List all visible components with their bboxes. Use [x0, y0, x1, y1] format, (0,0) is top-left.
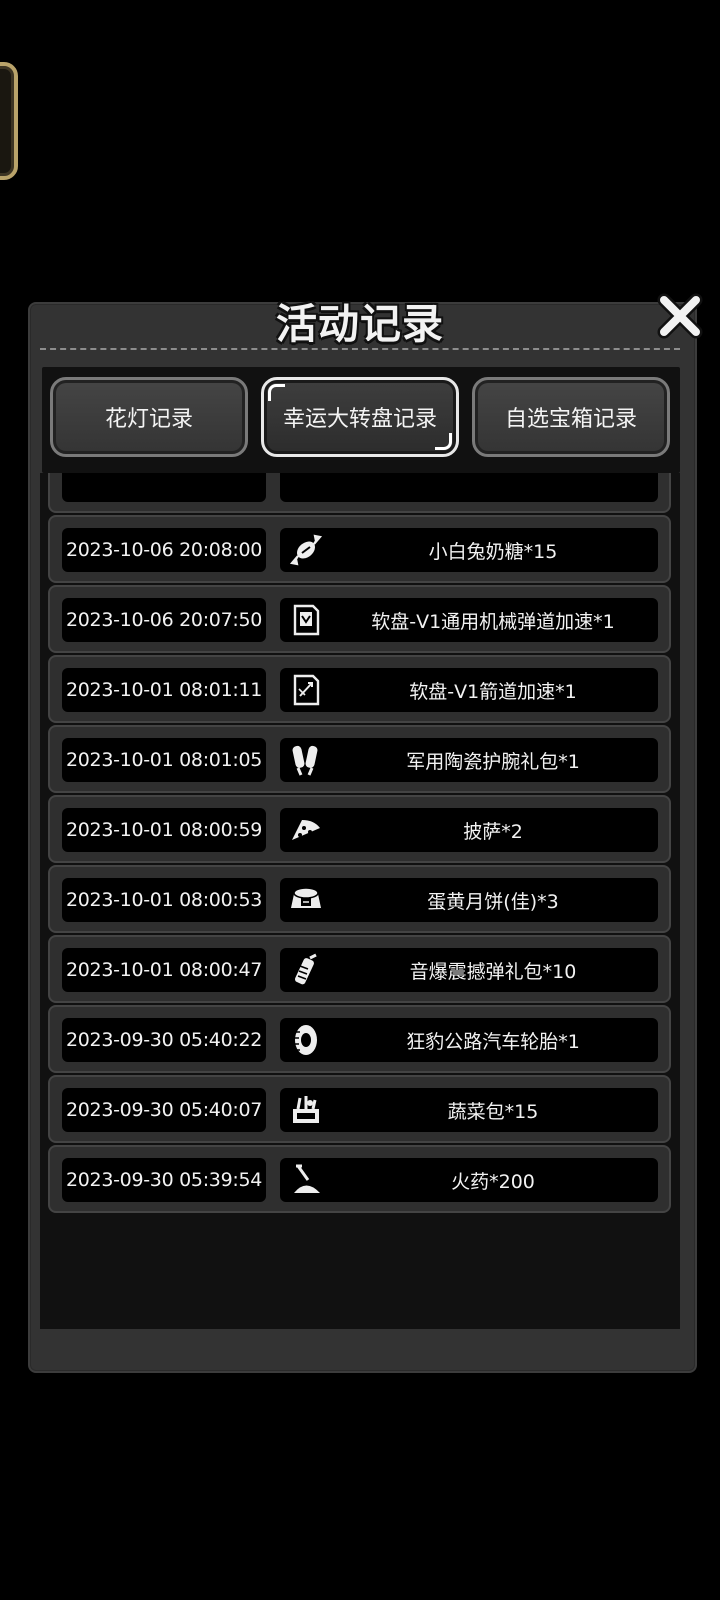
- record-item-name: 火药*200: [451, 1170, 535, 1193]
- candy-icon: [288, 532, 324, 568]
- record-time: 2023-10-01 08:00:47: [62, 948, 266, 992]
- record-item-name: 蛋黄月饼(佳)*3: [427, 890, 559, 913]
- mooncake-icon: [288, 882, 324, 918]
- record-time: [62, 473, 266, 502]
- record-item: 蔬菜包*15: [280, 1088, 658, 1132]
- record-item: 火药*200: [280, 1158, 658, 1202]
- record-time: 2023-09-30 05:40:07: [62, 1088, 266, 1132]
- record-item: 披萨*2: [280, 808, 658, 852]
- record-row: 2023-09-30 05:39:54 火药*200: [48, 1145, 671, 1213]
- record-time: 2023-09-30 05:40:22: [62, 1018, 266, 1062]
- record-time: 2023-09-30 05:39:54: [62, 1158, 266, 1202]
- tab-chest-record[interactable]: 自选宝箱记录: [472, 377, 670, 457]
- wrist-guard-icon: [288, 742, 324, 778]
- record-item: 狂豹公路汽车轮胎*1: [280, 1018, 658, 1062]
- record-item-name: 软盘-V1箭道加速*1: [409, 680, 577, 703]
- record-row: 2023-10-06 20:08:00 小白兔奶糖*15: [48, 515, 671, 583]
- record-item: [280, 473, 658, 502]
- record-item: 软盘-V1箭道加速*1: [280, 668, 658, 712]
- record-row: 2023-10-01 08:00:53 蛋黄月饼(佳)*3: [48, 865, 671, 933]
- record-row: 2023-09-30 05:40:22 狂豹公路汽车轮胎*1: [48, 1005, 671, 1073]
- record-time: 2023-10-01 08:01:11: [62, 668, 266, 712]
- title-divider: [40, 348, 680, 350]
- grenade-icon: [288, 952, 324, 988]
- floppy-disk-arrow-icon: [288, 672, 324, 708]
- record-list-viewport[interactable]: 2023-10-06 20:08:00 小白兔奶糖*15 2023-10-06 …: [40, 473, 680, 1329]
- record-item-name: 蔬菜包*15: [447, 1100, 539, 1123]
- record-row-partial: [48, 473, 671, 513]
- floppy-disk-icon: [288, 602, 324, 638]
- record-row: 2023-10-06 20:07:50 软盘-V1通用机械弹道加速*1: [48, 585, 671, 653]
- record-item: 军用陶瓷护腕礼包*1: [280, 738, 658, 782]
- record-row: 2023-09-30 05:40:07 蔬菜包*15: [48, 1075, 671, 1143]
- record-item: 音爆震撼弹礼包*10: [280, 948, 658, 992]
- record-time: 2023-10-06 20:07:50: [62, 598, 266, 642]
- record-row: 2023-10-01 08:01:05 军用陶瓷护腕礼包*1: [48, 725, 671, 793]
- close-icon: [657, 293, 703, 339]
- record-time: 2023-10-01 08:01:05: [62, 738, 266, 782]
- pizza-icon: [288, 812, 324, 848]
- record-row: 2023-10-01 08:00:47 音爆震撼弹礼包*10: [48, 935, 671, 1003]
- tire-icon: [288, 1022, 324, 1058]
- record-item-name: 狂豹公路汽车轮胎*1: [406, 1030, 580, 1053]
- record-time: 2023-10-01 08:00:59: [62, 808, 266, 852]
- record-time: 2023-10-01 08:00:53: [62, 878, 266, 922]
- record-item-name: 软盘-V1通用机械弹道加速*1: [371, 610, 615, 633]
- panel-title: 活动记录: [276, 300, 444, 348]
- close-button[interactable]: [656, 292, 704, 340]
- record-row: 2023-10-01 08:00:59 披萨*2: [48, 795, 671, 863]
- side-menu-badge[interactable]: [0, 62, 18, 180]
- record-item-name: 小白兔奶糖*15: [428, 540, 558, 563]
- record-item-name: 军用陶瓷护腕礼包*1: [406, 750, 580, 773]
- record-item-name: 披萨*2: [463, 820, 523, 843]
- vegetable-basket-icon: [288, 1092, 324, 1128]
- tab-lucky-wheel-record[interactable]: 幸运大转盘记录: [261, 377, 459, 457]
- record-time: 2023-10-06 20:08:00: [62, 528, 266, 572]
- app-screen: 活动记录 花灯记录 幸运大转盘记录 自选宝箱记录 2023-10-06 20:0…: [0, 0, 720, 1600]
- record-item-name: 音爆震撼弹礼包*10: [409, 960, 577, 983]
- record-item: 软盘-V1通用机械弹道加速*1: [280, 598, 658, 642]
- record-item: 蛋黄月饼(佳)*3: [280, 878, 658, 922]
- gunpowder-icon: [288, 1162, 324, 1198]
- record-item: 小白兔奶糖*15: [280, 528, 658, 572]
- tab-lantern-record[interactable]: 花灯记录: [50, 377, 248, 457]
- record-row: 2023-10-01 08:01:11 软盘-V1箭道加速*1: [48, 655, 671, 723]
